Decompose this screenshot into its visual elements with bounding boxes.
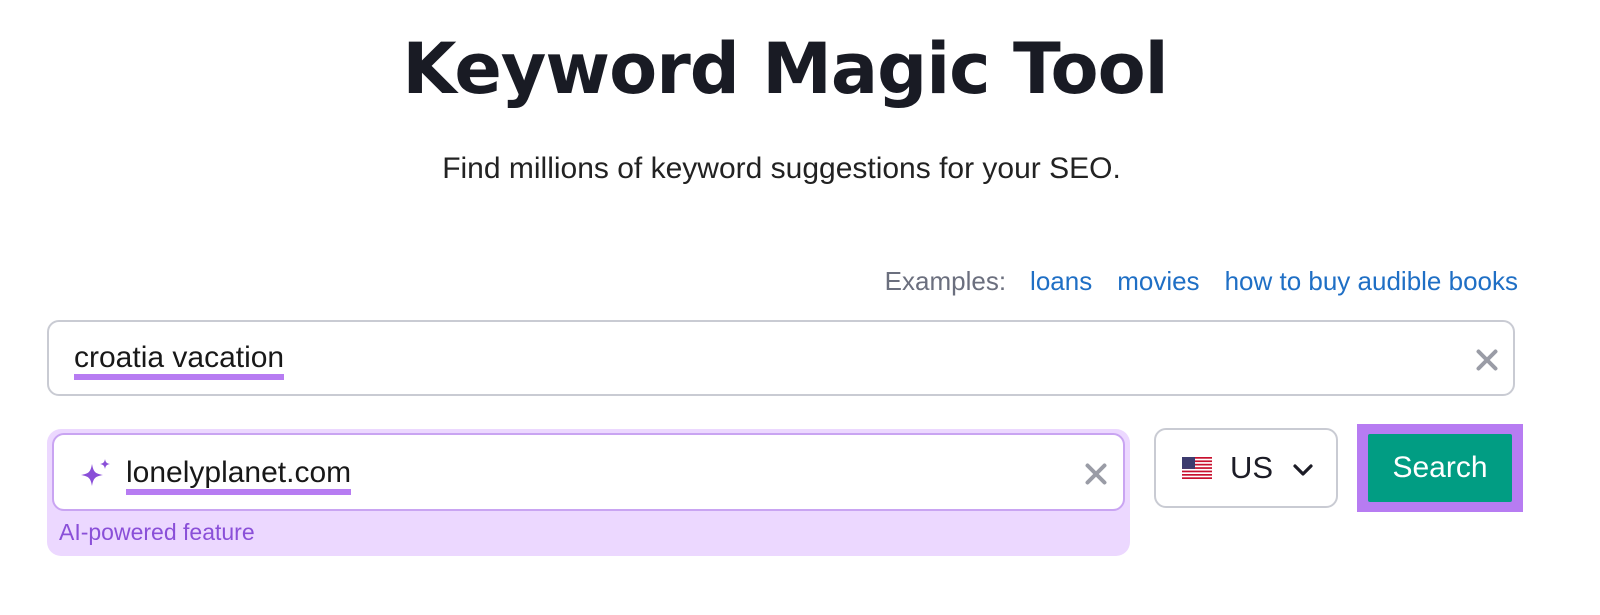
close-icon[interactable] bbox=[1473, 346, 1501, 374]
example-link-loans[interactable]: loans bbox=[1030, 266, 1092, 297]
page-subtitle: Find millions of keyword suggestions for… bbox=[442, 152, 1121, 185]
country-select[interactable]: US bbox=[1154, 428, 1338, 508]
us-flag-icon bbox=[1182, 457, 1212, 479]
close-icon[interactable] bbox=[1082, 460, 1110, 488]
examples-label: Examples: bbox=[884, 266, 1007, 296]
examples-row: Examples: loans movies how to buy audibl… bbox=[885, 266, 1518, 297]
domain-input[interactable]: lonelyplanet.com bbox=[52, 433, 1125, 511]
search-button[interactable]: Search bbox=[1368, 434, 1512, 502]
search-button-highlight: Search bbox=[1357, 424, 1523, 512]
example-link-movies[interactable]: movies bbox=[1117, 266, 1199, 297]
ai-feature-note: AI-powered feature bbox=[59, 519, 255, 545]
chevron-down-icon bbox=[1293, 464, 1313, 476]
page-title: Keyword Magic Tool bbox=[402, 28, 1168, 110]
ai-domain-panel: lonelyplanet.com AI-powered feature bbox=[47, 429, 1130, 556]
keyword-input-value: croatia vacation bbox=[74, 342, 285, 380]
country-code: US bbox=[1230, 450, 1274, 485]
example-link-audible-books[interactable]: how to buy audible books bbox=[1225, 266, 1518, 297]
domain-input-value: lonelyplanet.com bbox=[126, 457, 352, 495]
sparkle-icon bbox=[81, 459, 110, 486]
keyword-input[interactable]: croatia vacation bbox=[47, 320, 1515, 396]
